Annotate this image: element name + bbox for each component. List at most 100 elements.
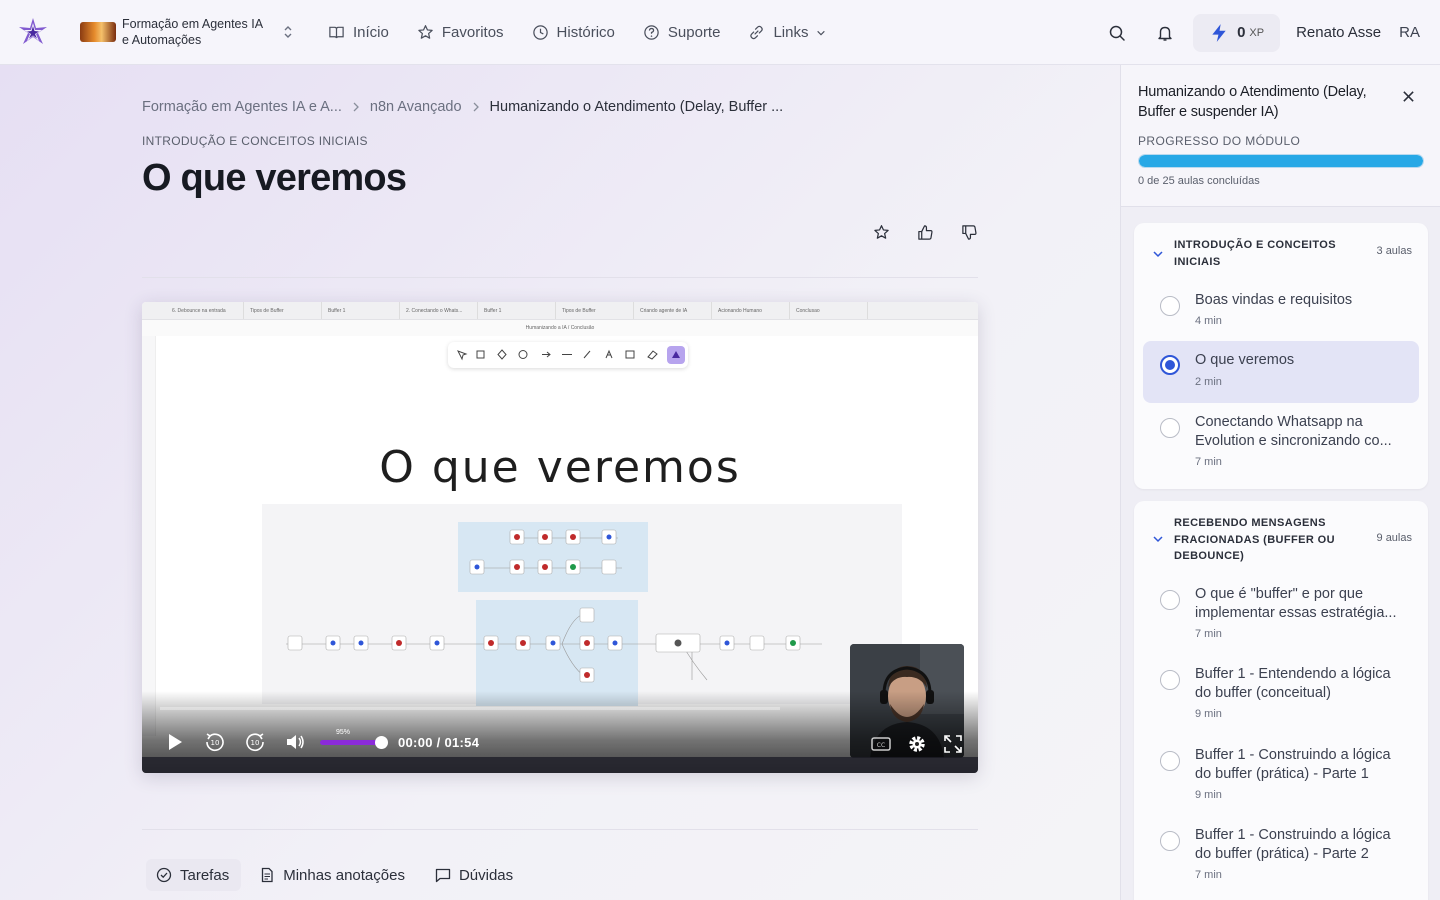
video-tab: Tipos de Buffer xyxy=(556,302,634,319)
book-icon xyxy=(329,26,344,39)
brand-logo-icon[interactable] xyxy=(16,15,50,49)
svg-text:10: 10 xyxy=(211,739,220,747)
play-icon xyxy=(169,734,182,750)
lesson-item[interactable]: Buffer 1 - Construindo a lógica do buffe… xyxy=(1143,814,1419,894)
video-time: 00:00 / 01:54 xyxy=(398,734,480,750)
mute-button[interactable] xyxy=(278,728,312,756)
video-player[interactable]: 6. Debounce na entrada Tipos de Buffer B… xyxy=(142,302,978,773)
chevron-right-icon xyxy=(473,102,479,112)
captions-button[interactable]: CC xyxy=(868,730,894,758)
lesson-duration: 7 min xyxy=(1195,869,1222,881)
xp-badge[interactable]: 0 XP xyxy=(1193,13,1281,52)
clock-icon xyxy=(532,25,548,40)
module-card: RECEBENDO MENSAGENS FRACIONADAS (BUFFER … xyxy=(1134,501,1428,900)
divider xyxy=(142,277,978,278)
breadcrumb-course[interactable]: Formação em Agentes IA e A... xyxy=(142,99,342,115)
close-panel-button[interactable] xyxy=(1397,85,1419,107)
lesson-name: Buffer 1 - Entendendo a lógica do buffer… xyxy=(1195,666,1391,701)
breadcrumb-current: Humanizando o Atendimento (Delay, Buffer… xyxy=(489,99,784,115)
video-controls: 10 10 95% 00:00 / 01:54 xyxy=(158,728,479,756)
lesson-name: Buffer 1 - Construindo a lógica do buffe… xyxy=(1195,747,1391,782)
lesson-duration: 9 min xyxy=(1195,789,1222,801)
tab-tarefas[interactable]: Tarefas xyxy=(146,859,242,891)
tab-minhas-anotacoes[interactable]: Minhas anotações xyxy=(249,859,417,891)
lesson-status-radio[interactable] xyxy=(1160,670,1180,690)
breadcrumb-module[interactable]: n8n Avançado xyxy=(370,99,462,115)
video-tab: Criando agente de IA xyxy=(634,302,712,319)
nav-links[interactable]: Links xyxy=(748,24,826,41)
rewind-10-icon: 10 xyxy=(206,733,224,752)
check-circle-icon xyxy=(156,867,172,883)
volume-knob[interactable] xyxy=(374,736,388,749)
panel-header: Humanizando o Atendimento (Delay, Buffer… xyxy=(1121,65,1440,207)
volume-slider[interactable]: 95% xyxy=(320,728,388,756)
video-tab: Tipos de Buffer xyxy=(244,302,322,319)
tab-duvidas[interactable]: Dúvidas xyxy=(425,859,525,891)
dislike-button[interactable] xyxy=(956,219,982,245)
lesson-name: Buffer 1 - Construindo a lógica do buffe… xyxy=(1195,827,1391,862)
user-name[interactable]: Renato Asse xyxy=(1296,24,1381,41)
lesson-actions xyxy=(868,219,982,245)
help-circle-icon xyxy=(644,25,659,40)
forward-10-button[interactable]: 10 xyxy=(238,728,272,756)
play-button[interactable] xyxy=(158,728,192,756)
lesson-status-radio[interactable] xyxy=(1160,355,1180,375)
lesson-duration: 7 min xyxy=(1195,456,1222,468)
lesson-status-radio[interactable] xyxy=(1160,751,1180,771)
favorite-button[interactable] xyxy=(868,219,894,245)
nav-suporte[interactable]: Suporte xyxy=(643,24,720,41)
module-progress-fill xyxy=(1139,155,1423,167)
module-progress-bar xyxy=(1138,154,1424,168)
xp-value: 0 xyxy=(1237,24,1246,41)
lesson-item[interactable]: O que é "buffer" e por que implementar e… xyxy=(1143,573,1419,653)
lesson-name: Boas vindas e requisitos xyxy=(1195,292,1353,308)
fullscreen-button[interactable] xyxy=(940,730,966,758)
lesson-duration: 9 min xyxy=(1195,708,1222,720)
nav-favoritos[interactable]: Favoritos xyxy=(417,24,504,41)
message-icon xyxy=(435,868,451,883)
nav-historico[interactable]: Histórico xyxy=(532,24,615,41)
breadcrumb: Formação em Agentes IA e A... n8n Avança… xyxy=(142,99,783,115)
top-bar: Formação em Agentes IA e Automações Iníc… xyxy=(0,0,1440,65)
close-icon xyxy=(1402,90,1414,102)
lesson-status-radio[interactable] xyxy=(1160,296,1180,316)
module-header[interactable]: INTRODUÇÃO E CONCEITOS INICIAIS 3 aulas xyxy=(1134,223,1428,279)
search-icon xyxy=(1109,25,1125,41)
lesson-status-radio[interactable] xyxy=(1160,831,1180,851)
lesson-item[interactable]: Conectando Whatsapp na Evolution e sincr… xyxy=(1143,403,1419,483)
lesson-duration: 4 min xyxy=(1195,315,1222,327)
video-sidebar xyxy=(142,336,156,736)
chevron-up-down-icon xyxy=(284,26,292,38)
course-switcher[interactable]: Formação em Agentes IA e Automações xyxy=(80,15,294,49)
search-button[interactable] xyxy=(1097,13,1137,53)
volume-label: 95% xyxy=(336,729,351,736)
svg-text:10: 10 xyxy=(251,739,260,747)
notifications-button[interactable] xyxy=(1145,13,1185,53)
workflow-diagram-icon xyxy=(286,522,822,706)
module-lesson-count: 3 aulas xyxy=(1376,245,1412,257)
lesson-name: O que veremos xyxy=(1195,352,1295,368)
video-tab: Buffer 1 xyxy=(478,302,556,319)
video-taskbar xyxy=(142,757,978,773)
progress-count: 0 de 25 aulas concluídas xyxy=(1138,175,1260,187)
avatar[interactable]: RA xyxy=(1399,24,1420,41)
lesson-item[interactable]: Boas vindas e requisitos 4 min xyxy=(1143,279,1419,341)
nav-inicio[interactable]: Início xyxy=(328,24,389,41)
lesson-item[interactable]: Buffer 1 - Construindo a lógica do buffe… xyxy=(1143,734,1419,814)
module-header[interactable]: RECEBENDO MENSAGENS FRACIONADAS (BUFFER … xyxy=(1134,501,1428,573)
video-progress-bar[interactable] xyxy=(160,707,780,710)
gear-icon xyxy=(909,736,925,752)
page-title: O que veremos xyxy=(142,157,407,199)
top-right-actions: 0 XP Renato Asse RA xyxy=(1097,0,1440,65)
drawing-tools-icon xyxy=(456,346,685,364)
captions-icon: CC xyxy=(871,737,891,751)
like-button[interactable] xyxy=(912,219,938,245)
lesson-item-active[interactable]: O que veremos 2 min xyxy=(1143,341,1419,403)
lesson-item[interactable]: Buffer 1 - Entendendo a lógica do buffer… xyxy=(1143,653,1419,734)
lesson-status-radio[interactable] xyxy=(1160,590,1180,610)
rewind-10-button[interactable]: 10 xyxy=(198,728,232,756)
main-nav: Início Favoritos Histórico Suporte Links xyxy=(328,0,854,65)
settings-button[interactable] xyxy=(904,730,930,758)
lesson-tabs: Tarefas Minhas anotações Dúvidas xyxy=(146,859,525,891)
lesson-status-radio[interactable] xyxy=(1160,418,1180,438)
